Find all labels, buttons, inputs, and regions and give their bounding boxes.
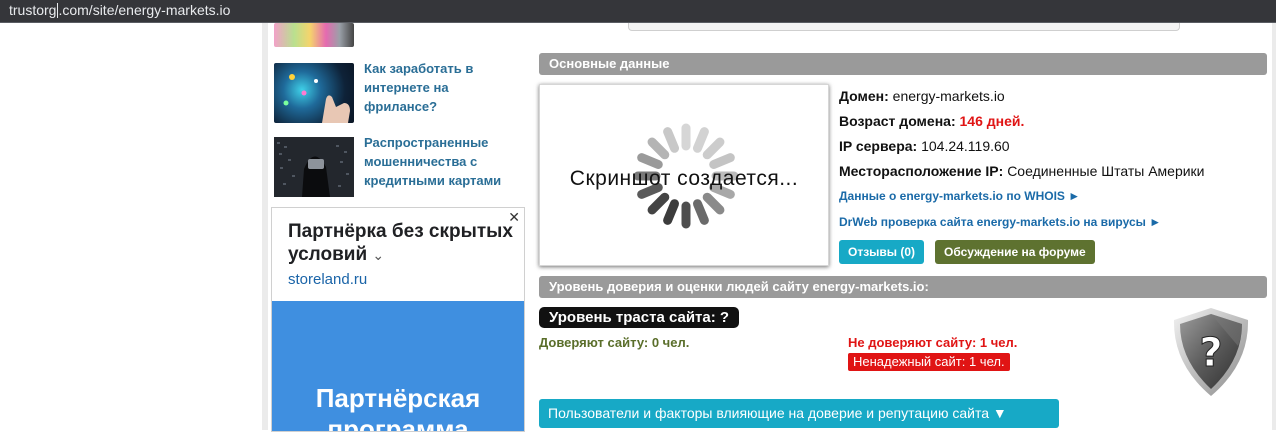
ip-row: IP сервера: 104.24.119.60 bbox=[839, 138, 1010, 154]
ip-location-row: Месторасположение IP: Соединенные Штаты … bbox=[839, 163, 1205, 179]
domain-row: Домен: energy-markets.io bbox=[839, 88, 1005, 104]
url-prefix: trustorg bbox=[9, 2, 57, 18]
domain-age-value: 146 дней. bbox=[959, 113, 1025, 129]
address-bar[interactable]: trustorg .com/site/energy-markets.io bbox=[0, 0, 1276, 23]
article-link-card-fraud[interactable]: Распространенные мошенничества с кредитн… bbox=[364, 133, 519, 190]
forum-discussion-button[interactable]: Обсуждение на форуме bbox=[935, 240, 1095, 264]
domain-label: Домен: bbox=[839, 88, 889, 104]
domain-age-label: Возраст домена: bbox=[839, 113, 956, 129]
ip-label: IP сервера: bbox=[839, 138, 918, 154]
ad-banner-text: Партнёрская программа bbox=[315, 383, 481, 432]
screenshot-status-text: Скриншот создается... bbox=[569, 167, 799, 190]
page-margin bbox=[0, 23, 262, 430]
ad-title-text: Партнёрка без скрытых условий bbox=[288, 221, 513, 265]
domain-age-row: Возраст домена: 146 дней. bbox=[839, 113, 1024, 129]
ip-location-label: Месторасположение IP: bbox=[839, 163, 1004, 179]
ad-title[interactable]: Партнёрка без скрытых условий ⌄ bbox=[288, 220, 516, 267]
ip-value: 104.24.119.60 bbox=[921, 138, 1010, 154]
ad-banner[interactable]: Партнёрская программа bbox=[272, 301, 524, 432]
whois-link[interactable]: Данные о energy-markets.io по WHOIS ► bbox=[839, 189, 1080, 203]
shield-question-icon: ? bbox=[1173, 308, 1249, 396]
sidebar-advertisement[interactable]: ✕ Партнёрка без скрытых условий ⌄ storel… bbox=[271, 207, 525, 432]
ad-domain-link[interactable]: storeland.ru bbox=[288, 271, 367, 288]
distrust-count: Не доверяют сайту: 1 чел. bbox=[848, 335, 1018, 350]
article-thumbnail-card-fraud[interactable] bbox=[274, 137, 354, 197]
url-text[interactable]: trustorg .com/site/energy-markets.io bbox=[9, 2, 230, 18]
url-suffix: .com/site/energy-markets.io bbox=[58, 2, 231, 18]
unreliable-site-badge: Ненадежный сайт: 1 чел. bbox=[848, 353, 1010, 371]
trust-count: Доверяют сайту: 0 чел. bbox=[539, 335, 690, 350]
ip-location-value: Соединенные Штаты Америки bbox=[1007, 163, 1205, 179]
section-header-basic-data: Основные данные bbox=[539, 53, 1267, 75]
top-panel bbox=[628, 23, 1180, 31]
domain-value: energy-markets.io bbox=[892, 88, 1005, 104]
hacker-image bbox=[274, 137, 354, 197]
hand-touch-image bbox=[283, 74, 350, 123]
article-link-freelance[interactable]: Как заработать в интернете на фрилансе? bbox=[364, 59, 519, 116]
trust-level-badge: Уровень траста сайта: ? bbox=[539, 307, 740, 328]
chevron-down-icon[interactable]: ⌄ bbox=[372, 247, 384, 263]
section-header-trust: Уровень доверия и оценки людей сайту ene… bbox=[539, 276, 1267, 298]
trust-factors-toggle[interactable]: Пользователи и факторы влияющие на довер… bbox=[539, 399, 1059, 428]
shield-symbol: ? bbox=[1199, 330, 1222, 376]
drweb-link[interactable]: DrWeb проверка сайта energy-markets.io н… bbox=[839, 215, 1161, 229]
reviews-button[interactable]: Отзывы (0) bbox=[839, 240, 925, 264]
article-thumbnail-partial[interactable] bbox=[274, 23, 354, 47]
site-screenshot: Скриншот создается... bbox=[539, 84, 829, 266]
article-thumbnail-freelance[interactable] bbox=[274, 63, 354, 123]
